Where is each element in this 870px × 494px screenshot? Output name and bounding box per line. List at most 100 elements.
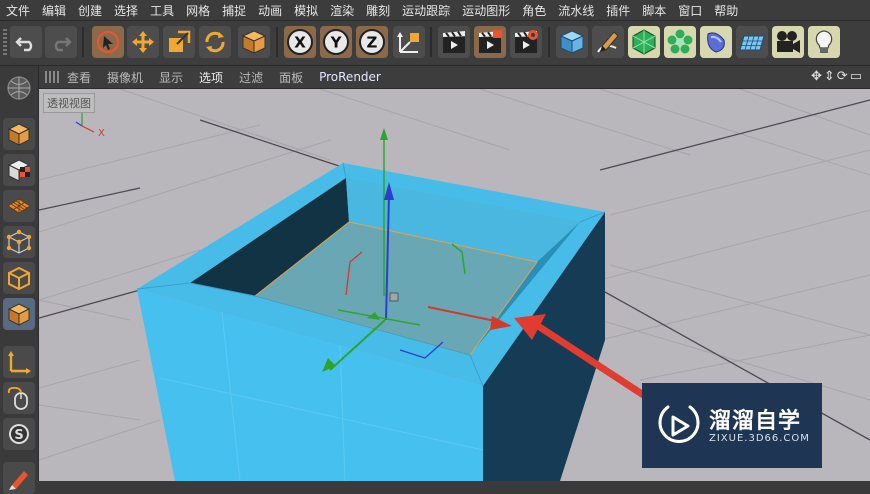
viewport-grip[interactable]: [45, 71, 59, 83]
points-mode-button[interactable]: [3, 226, 35, 258]
left-mode-toolbar: S: [0, 66, 39, 494]
y-axis-lock-button[interactable]: Y: [320, 26, 352, 58]
viewport-menu-bar: 查看 摄像机 显示 选项 过滤 面板 ProRender ✥⇕⟳▭: [39, 66, 870, 89]
watermark-subtitle: ZIXUE.3D66.COM: [709, 433, 810, 444]
z-axis-icon: Z: [359, 29, 385, 55]
view-axis-x-label: X: [98, 128, 105, 139]
viewport-menu-filter[interactable]: 过滤: [231, 69, 271, 86]
workplane-icon: [7, 198, 31, 214]
axis-mode-icon: [8, 351, 31, 374]
menu-render[interactable]: 渲染: [324, 2, 360, 19]
floor-icon: [739, 35, 765, 51]
cloner-button[interactable]: [664, 26, 696, 58]
menu-character[interactable]: 角色: [516, 2, 552, 19]
viewport-navigation-icons[interactable]: ✥⇕⟳▭: [811, 69, 864, 84]
paint-icon: [9, 471, 28, 490]
menu-mesh[interactable]: 网格: [180, 2, 216, 19]
svg-text:Z: Z: [367, 34, 378, 52]
y-axis-icon: Y: [323, 29, 349, 55]
subdivision-surface-button[interactable]: [628, 26, 660, 58]
play-logo-icon: [658, 405, 700, 443]
coordinate-system-button[interactable]: [393, 26, 425, 58]
main-toolbar: X Y Z: [0, 21, 870, 66]
axis-mode-button[interactable]: [3, 346, 35, 378]
camera-icon: [777, 31, 800, 53]
scale-icon: [169, 30, 191, 52]
solo-icon: S: [9, 424, 29, 444]
solo-button[interactable]: S: [3, 418, 35, 450]
move-icon: [132, 31, 154, 53]
light-button[interactable]: [808, 26, 840, 58]
menu-mograph[interactable]: 运动图形: [456, 2, 516, 19]
pen-spline-button[interactable]: [592, 26, 624, 58]
viewport-menu-prorender[interactable]: ProRender: [311, 70, 389, 84]
live-selection-button[interactable]: [92, 26, 124, 58]
viewport-zoom-icon[interactable]: ⇕: [824, 69, 837, 84]
render-view-button[interactable]: [438, 26, 470, 58]
paint-button[interactable]: [3, 462, 35, 494]
viewport-menu-cameras[interactable]: 摄像机: [99, 69, 151, 86]
viewport-menu-view[interactable]: 查看: [59, 69, 99, 86]
menu-help[interactable]: 帮助: [708, 2, 744, 19]
rotate-icon: [205, 31, 225, 53]
menu-sculpt[interactable]: 雕刻: [360, 2, 396, 19]
polygons-mode-icon: [7, 303, 31, 326]
undo-icon: [15, 37, 33, 52]
menu-file[interactable]: 文件: [0, 2, 36, 19]
menu-plugins[interactable]: 插件: [600, 2, 636, 19]
menu-script[interactable]: 脚本: [636, 2, 672, 19]
menu-pipeline[interactable]: 流水线: [552, 2, 600, 19]
edges-mode-icon: [8, 266, 30, 291]
make-editable-button[interactable]: [3, 72, 35, 104]
gizmo-center[interactable]: [389, 292, 399, 302]
viewport-rotate-icon[interactable]: ⟳: [837, 69, 850, 84]
live-selection-icon: [96, 30, 120, 54]
toolbar-separator: [276, 27, 278, 57]
viewport-menu-panel[interactable]: 面板: [271, 69, 311, 86]
menu-create[interactable]: 创建: [72, 2, 108, 19]
toolbar-grip[interactable]: [3, 29, 7, 55]
menu-select[interactable]: 选择: [108, 2, 144, 19]
light-icon: [815, 30, 833, 53]
rotate-button[interactable]: [199, 26, 231, 58]
viewport-move-icon[interactable]: ✥: [811, 69, 824, 84]
viewport-menu-options[interactable]: 选项: [191, 69, 231, 86]
render-view-icon: [443, 31, 465, 53]
undo-button[interactable]: [10, 26, 42, 58]
polygons-mode-button[interactable]: [3, 298, 35, 330]
watermark-logo: 溜溜自学 ZIXUE.3D66.COM: [642, 383, 822, 468]
redo-icon: [54, 37, 72, 52]
camera-button[interactable]: [772, 26, 804, 58]
deformer-button[interactable]: [700, 26, 732, 58]
tweak-mode-button[interactable]: [3, 382, 35, 414]
texture-checker-button[interactable]: [3, 154, 35, 186]
edges-mode-button[interactable]: [3, 262, 35, 294]
render-to-picture-viewer-button[interactable]: [474, 26, 506, 58]
render-settings-button[interactable]: [510, 26, 542, 58]
points-mode-icon: [6, 229, 32, 254]
x-axis-lock-button[interactable]: X: [284, 26, 316, 58]
move-button[interactable]: [127, 26, 159, 58]
menu-animate[interactable]: 动画: [252, 2, 288, 19]
texture-mode-button[interactable]: [3, 118, 35, 150]
menu-tools[interactable]: 工具: [144, 2, 180, 19]
add-cube-button[interactable]: [556, 26, 588, 58]
main-menu-bar: 文件 编辑 创建 选择 工具 网格 捕捉 动画 模拟 渲染 雕刻 运动跟踪 运动…: [0, 0, 870, 21]
z-axis-lock-button[interactable]: Z: [356, 26, 388, 58]
workplane-button[interactable]: [3, 190, 35, 222]
floor-button[interactable]: [736, 26, 768, 58]
scale-button[interactable]: [163, 26, 195, 58]
model-object-button[interactable]: [238, 26, 270, 58]
menu-simulate[interactable]: 模拟: [288, 2, 324, 19]
viewport-toggle-icon[interactable]: ▭: [850, 69, 864, 84]
menu-motion-tracking[interactable]: 运动跟踪: [396, 2, 456, 19]
toolbar-separator: [82, 27, 84, 57]
deformer-icon: [707, 32, 725, 53]
menu-edit[interactable]: 编辑: [36, 2, 72, 19]
viewport-menu-display[interactable]: 显示: [151, 69, 191, 86]
menu-window[interactable]: 窗口: [672, 2, 708, 19]
subdivision-surface-icon: [632, 29, 656, 55]
redo-button[interactable]: [45, 26, 77, 58]
model-object-icon: [241, 30, 267, 54]
menu-snap[interactable]: 捕捉: [216, 2, 252, 19]
